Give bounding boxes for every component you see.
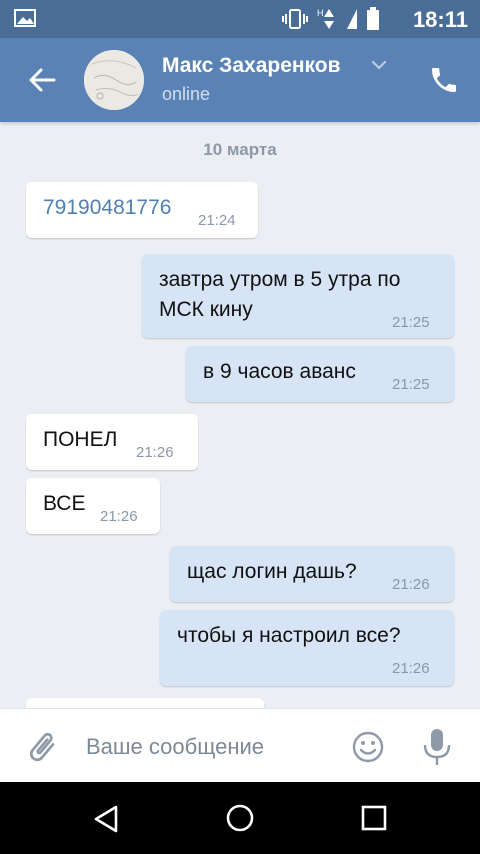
message-bubble[interactable]: 79190481776 21:24 <box>26 182 258 238</box>
nav-back-icon[interactable] <box>90 802 124 836</box>
android-nav-bar <box>0 782 480 854</box>
image-icon <box>14 9 36 27</box>
message-time: 21:24 <box>198 212 236 229</box>
avatar-image <box>84 50 144 110</box>
nav-recents-icon[interactable] <box>360 804 388 832</box>
chat-header: Макс Захаренков online <box>0 38 480 122</box>
message-bubble[interactable]: ПОНЕЛ 21:26 <box>26 414 198 470</box>
message-text[interactable]: 79190481776 <box>43 196 171 220</box>
message-time: 21:26 <box>100 508 138 525</box>
back-arrow-icon[interactable] <box>24 62 60 98</box>
status-time: 18:11 <box>412 7 468 32</box>
message-text-line: МСК кину <box>159 298 253 321</box>
message-composer <box>0 708 480 782</box>
nav-home-icon[interactable] <box>224 802 256 834</box>
message-time: 21:25 <box>392 314 430 331</box>
message-text-line: завтра утром в 5 утра по <box>159 268 401 291</box>
signal-icon <box>347 9 357 29</box>
message-text: щас логин дашь? <box>187 560 357 583</box>
date-separator: 10 марта <box>203 140 277 159</box>
status-icons: H <box>282 7 380 30</box>
message-list[interactable]: 10 марта 79190481776 21:24 завтра утром … <box>0 122 480 708</box>
message-bubble[interactable]: завтра утром в 5 утра по МСК кину 21:25 <box>142 254 454 338</box>
message-bubble[interactable]: ВСЕ 21:26 <box>26 478 160 534</box>
contact-name[interactable]: Макс Захаренков <box>162 54 341 78</box>
message-time: 21:26 <box>392 576 430 593</box>
avatar[interactable] <box>84 50 144 110</box>
message-text: чтобы я настроил все? <box>177 624 401 647</box>
chevron-down-icon[interactable] <box>370 58 388 72</box>
message-text: ВСЕ <box>43 492 86 515</box>
message-bubble[interactable]: чтобы я настроил все? 21:26 <box>160 610 454 686</box>
message-time: 21:25 <box>392 376 430 393</box>
status-bar: H 18:11 <box>0 0 480 38</box>
message-bubble[interactable]: щас логин дашь? 21:26 <box>170 546 454 602</box>
vibrate-icon <box>282 9 308 29</box>
network-h-icon: H <box>317 8 334 29</box>
microphone-icon[interactable] <box>420 727 454 767</box>
battery-icon <box>367 7 379 30</box>
message-time: 21:26 <box>136 444 174 461</box>
message-text: в 9 часов аванс <box>203 360 356 383</box>
phone-icon[interactable] <box>428 64 460 96</box>
message-time: 21:26 <box>392 660 430 677</box>
contact-status: online <box>162 84 211 104</box>
message-bubble[interactable]: в 9 часов аванс 21:25 <box>186 346 454 402</box>
message-bubble-partial[interactable] <box>26 698 264 708</box>
message-input[interactable] <box>86 729 326 765</box>
paperclip-icon[interactable] <box>24 729 60 765</box>
emoji-icon[interactable] <box>350 729 386 765</box>
svg-text:H: H <box>317 8 324 18</box>
message-text: ПОНЕЛ <box>43 428 118 451</box>
